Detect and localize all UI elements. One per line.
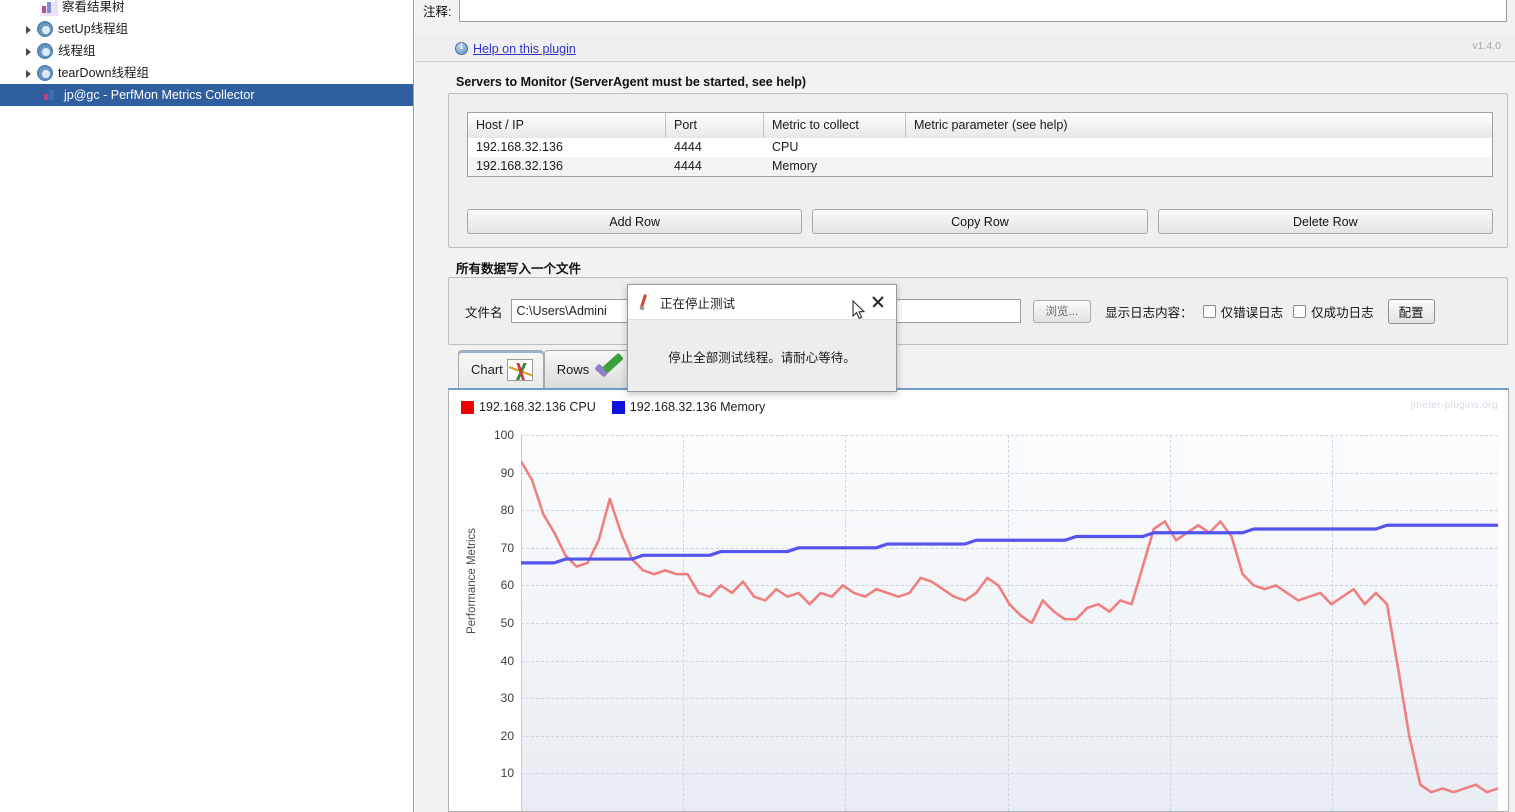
perfmon-icon (42, 86, 60, 104)
add-row-button[interactable]: Add Row (467, 209, 803, 234)
legend-item-memory[interactable]: 192.168.32.136 Memory (611, 400, 766, 414)
y-tick-label: 30 (500, 691, 514, 706)
series-line (521, 461, 1498, 792)
column-header-port[interactable]: Port (666, 113, 764, 138)
tree-item-label: 线程组 (58, 44, 96, 58)
series-line (521, 525, 1498, 563)
write-all-data-box: 文件名 C:\Users\Admini 浏览... 显示日志内容： 仅错误日志 … (448, 277, 1508, 345)
configure-button[interactable]: 配置 (1387, 298, 1435, 324)
chart-plot-area: 100 90 80 70 60 50 40 30 20 10 (494, 428, 1498, 811)
legend-label-cpu: 192.168.32.136 CPU (479, 400, 596, 414)
perfmon-config-panel: 注释: Help on this plugin v1.4.0 Servers t… (415, 0, 1515, 812)
performance-chart[interactable]: 192.168.32.136 CPU 192.168.32.136 Memory… (448, 388, 1509, 812)
legend-label-memory: 192.168.32.136 Memory (629, 400, 766, 414)
legend-item-cpu[interactable]: 192.168.32.136 CPU (461, 400, 596, 414)
cell-host[interactable]: 192.168.32.136 (468, 157, 666, 176)
expand-arrow-icon[interactable] (22, 40, 36, 62)
copy-row-button[interactable]: Copy Row (812, 209, 1148, 234)
delete-row-button[interactable]: Delete Row (1157, 209, 1493, 234)
jmeter-feather-icon (636, 293, 652, 311)
tab-rows[interactable]: Rows (543, 350, 635, 388)
series-lines (521, 435, 1498, 811)
tree-item-perfmon-metrics-collector[interactable]: jp@gc - PerfMon Metrics Collector (0, 84, 413, 106)
error-log-checkbox[interactable] (1202, 304, 1216, 318)
success-log-checkbox[interactable] (1293, 304, 1307, 318)
thread-group-icon (36, 42, 54, 60)
cell-parameter[interactable] (906, 138, 1492, 157)
y-tick-label: 20 (500, 728, 514, 743)
comment-row: 注释: (423, 0, 1507, 28)
tree-item-setup-thread-group[interactable]: setUp线程组 (0, 18, 413, 40)
y-tick-label: 70 (500, 540, 514, 555)
filename-label: 文件名 (465, 305, 503, 320)
file-section-title: 所有数据写入一个文件 (456, 262, 582, 276)
plugin-watermark: jmeter-plugins.org (1410, 400, 1498, 411)
expand-arrow-icon[interactable] (22, 62, 36, 84)
tab-rows-label: Rows (556, 362, 590, 377)
tab-chart[interactable]: Chart (458, 350, 544, 388)
chart-icon (506, 358, 533, 381)
test-plan-tree[interactable]: 察看结果树 setUp线程组 线程组 tearDown线程组 jp@gc - P… (0, 0, 414, 812)
table-row[interactable]: 192.168.32.136 4444 Memory (468, 157, 1492, 176)
tree-item-thread-group[interactable]: 线程组 (0, 40, 413, 62)
table-header-row: Host / IP Port Metric to collect Metric … (468, 113, 1492, 138)
plugin-version-label: v1.4.0 (1472, 40, 1501, 52)
row-action-buttons: Add Row Copy Row Delete Row (467, 209, 1493, 234)
cell-metric[interactable]: CPU (764, 138, 906, 157)
y-tick-label: 40 (500, 653, 514, 668)
servers-table[interactable]: Host / IP Port Metric to collect Metric … (467, 112, 1493, 177)
tree-item-label: tearDown线程组 (58, 66, 149, 80)
y-tick-label: 50 (500, 616, 514, 630)
chart-legend: 192.168.32.136 CPU 192.168.32.136 Memory (461, 400, 775, 414)
column-header-parameter[interactable]: Metric parameter (see help) (906, 113, 1492, 138)
y-tick-label: 60 (500, 578, 514, 593)
check-icon (593, 358, 623, 382)
thread-group-icon (36, 64, 54, 82)
tree-item-label: 察看结果树 (62, 0, 125, 14)
comment-input[interactable] (459, 0, 1507, 22)
legend-swatch-cpu (461, 400, 474, 414)
close-icon[interactable] (868, 292, 888, 312)
expand-arrow-icon[interactable] (22, 18, 36, 40)
results-tree-icon (40, 0, 58, 16)
jmeter-perfmon-window: 察看结果树 setUp线程组 线程组 tearDown线程组 jp@gc - P… (0, 0, 1515, 812)
log-content-label: 显示日志内容： (1105, 305, 1193, 320)
browse-button[interactable]: 浏览... (1032, 299, 1092, 323)
table-row[interactable]: 192.168.32.136 4444 CPU (468, 138, 1492, 157)
comment-label: 注释: (423, 4, 452, 19)
stopping-test-dialog[interactable]: 正在停止测试 停止全部测试线程。请耐心等待。 (627, 284, 897, 392)
cell-host[interactable]: 192.168.32.136 (468, 138, 666, 157)
tree-item-label: setUp线程组 (58, 22, 129, 36)
y-tick-label: 100 (493, 428, 514, 442)
result-view-tabs: Chart Rows (458, 350, 635, 388)
tree-item-teardown-thread-group[interactable]: tearDown线程组 (0, 62, 413, 84)
tree-item-results-tree[interactable]: 察看结果树 (0, 0, 413, 18)
tree-item-label: jp@gc - PerfMon Metrics Collector (64, 88, 255, 102)
y-tick-label: 90 (500, 465, 514, 480)
success-log-label: 仅成功日志 (1311, 305, 1374, 320)
dialog-titlebar: 正在停止测试 (628, 285, 896, 320)
column-header-metric[interactable]: Metric to collect (764, 113, 906, 138)
thread-group-icon (36, 20, 54, 38)
cell-metric[interactable]: Memory (764, 157, 906, 176)
column-header-host[interactable]: Host / IP (468, 113, 666, 138)
servers-section-title: Servers to Monitor (ServerAgent must be … (456, 75, 807, 89)
y-axis-label: Performance Metrics (466, 527, 478, 635)
legend-swatch-memory (611, 400, 625, 414)
tab-chart-label: Chart (471, 362, 503, 377)
dialog-message: 停止全部测试线程。请耐心等待。 (668, 350, 856, 365)
y-tick-label: 10 (500, 766, 514, 781)
cell-port[interactable]: 4444 (666, 138, 764, 157)
file-row: 文件名 C:\Users\Admini 浏览... 显示日志内容： 仅错误日志 … (465, 298, 1495, 324)
servers-to-monitor-box: Host / IP Port Metric to collect Metric … (448, 93, 1508, 248)
cell-parameter[interactable] (906, 157, 1492, 176)
error-log-label: 仅错误日志 (1220, 305, 1284, 320)
dialog-title: 正在停止测试 (660, 296, 736, 311)
y-tick-label: 80 (500, 503, 514, 518)
help-row: Help on this plugin v1.4.0 (415, 36, 1515, 62)
info-icon (455, 41, 468, 55)
cell-port[interactable]: 4444 (666, 157, 764, 176)
help-on-this-plugin-link[interactable]: Help on this plugin (473, 42, 576, 56)
